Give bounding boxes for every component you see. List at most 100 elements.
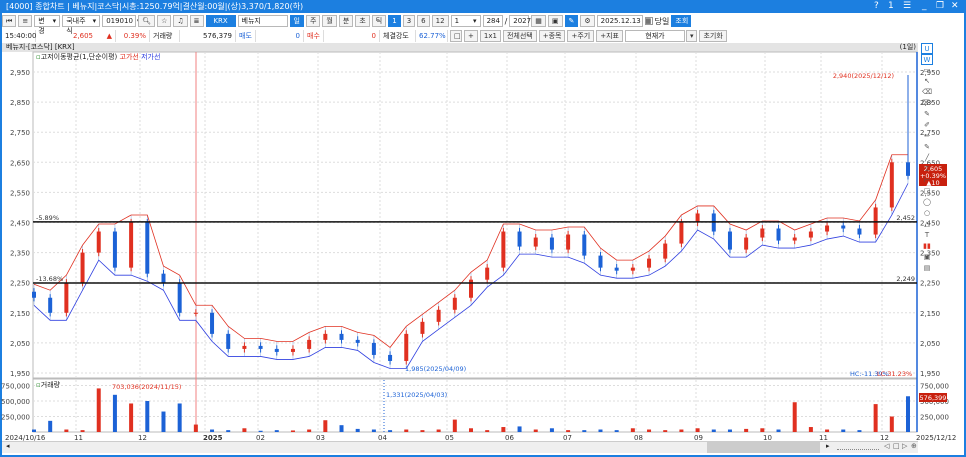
count-input[interactable]: 284 [482,15,503,27]
market-select[interactable]: 국내주식 ▾ [62,15,101,35]
add-indicator-button[interactable]: +지표 [596,30,623,42]
help-button[interactable]: ? [874,0,879,13]
volume-title: 거래량 [40,381,61,389]
search-icon[interactable]: 🔍︎ [138,15,156,27]
legend-title: 고저이동평균(1,단순이평) [40,53,118,61]
save-icon[interactable]: ▣ [547,15,563,27]
price-type: 현재가 [645,32,665,40]
prev-icon[interactable]: ◁ [884,442,889,450]
image-icon[interactable]: ▣ [921,252,933,263]
code-input[interactable]: 019010▾ [102,15,140,27]
chevron-down-icon: ▾ [473,17,477,25]
menu-icon[interactable]: ☰ [903,0,911,13]
play-icon[interactable]: ▸ [826,442,830,450]
rect-icon[interactable]: □ [921,186,933,197]
circle-icon[interactable]: ◯ [921,197,933,208]
cursor-icon[interactable]: ↖ [921,76,933,87]
ratio-button[interactable]: 1x1 [479,30,501,42]
eraser-all-icon[interactable]: ⌦ [921,98,933,109]
volume-label: 거래량 [150,30,180,42]
add-period-button[interactable]: +주기 [567,30,595,42]
zoom-slider[interactable] [837,445,879,450]
period-tick[interactable]: 틱 [371,15,387,27]
chart-period: (1일) [899,43,916,51]
period-day[interactable]: 일 [289,15,304,27]
reset-button[interactable]: 초기화 [699,30,727,42]
next-icon[interactable]: ▷ [902,442,907,450]
period-minute[interactable]: 분 [338,15,354,27]
pin-icon[interactable]: ≡ [18,15,33,27]
scrollbar-thumb[interactable] [707,442,820,453]
num-3[interactable]: 3 [402,15,416,27]
gear-icon[interactable]: ⚙ [580,15,595,27]
bid-value: 0 [324,30,380,42]
toolbar: ⏮ ≡ 변경▾ 국내주식▾ 019010▾ 🔍︎ ☆ ♫ ≣ KRX 베뉴지 일… [2,14,692,35]
stock-name-input[interactable]: 베뉴지 [237,15,288,27]
zoom-in-icon[interactable]: ⊕ [911,442,917,450]
num-6[interactable]: 6 [417,15,430,27]
triangle-icon[interactable]: △ [921,219,933,230]
folder-icon[interactable]: ▤ [921,263,933,274]
interval-value: 1 [454,17,460,25]
bell-icon[interactable]: ♫ [173,15,188,27]
period-week[interactable]: 주 [305,15,321,27]
candle-icon[interactable]: ▮▮ [921,241,933,252]
total-value: 2027 [513,17,532,25]
star-icon[interactable]: ☆ [157,15,172,27]
period-second[interactable]: 초 [355,15,370,27]
code-value: 019010 [106,17,133,25]
text-icon[interactable]: T [921,230,933,241]
interval-select[interactable]: 1 ▾ [450,15,481,27]
window-icon[interactable]: ▭ [921,65,933,76]
first-icon[interactable]: ⏮ [2,15,17,27]
volume-legend: ▫거래량 [36,380,60,390]
exchange-button[interactable]: KRX [205,15,236,27]
change-select[interactable]: 변경 ▾ [34,15,61,35]
stop-icon[interactable]: □ [893,442,900,450]
hline-icon[interactable]: ⊢ [921,175,933,186]
pen-icon[interactable]: ✎ [564,15,579,27]
scroll-area: ◂ ▸ ◁ □ ▷ ⊕ [2,441,918,453]
today-label: 당일 [654,16,670,26]
today-checkbox[interactable] [644,17,653,25]
bid-label: 매수 [304,30,324,42]
square-icon[interactable]: □ [450,30,462,42]
chevron-down-icon[interactable]: ▾ [685,30,698,42]
screen-number-button[interactable]: 1 [888,0,894,13]
eraser-icon[interactable]: ⌫ [921,87,933,98]
window [0,0,966,457]
window-title: [4000] 종합차트 | 베뉴지|코스닥|시총:1250.79억|결산월:00… [6,2,304,11]
pencil-mark-icon[interactable]: ✏ [921,131,933,142]
select-all-button[interactable]: 전체선택 [502,30,537,42]
add-item-button[interactable]: +종목 [538,30,566,42]
stock-name: 베뉴지 [241,17,261,25]
close-button[interactable]: ✕ [951,0,959,13]
volume-value: 576,379 [180,30,236,42]
query-button[interactable]: 조회 [671,15,692,27]
minimize-button[interactable]: _ [922,0,927,13]
num-12[interactable]: 12 [431,15,449,27]
legend-high: 고가선 [119,53,139,61]
price-type-select[interactable]: 현재가 [624,30,685,42]
pencil-red-icon[interactable]: ✐ [921,120,933,131]
scroll-left-icon[interactable]: ◂ [6,442,10,450]
date-value: 2025.12.13 [600,17,641,25]
date-input[interactable]: 2025.12.13 ▦ [596,15,651,27]
count-value: 284 [486,17,500,25]
plus-button[interactable]: + [464,30,478,42]
u-icon[interactable]: U [921,43,933,54]
w-icon[interactable]: W [921,54,933,65]
pencil-icon[interactable]: ✎ [921,109,933,120]
num-1[interactable]: 1 [388,15,401,27]
restore-button[interactable]: ❐ [936,0,944,13]
price-change: ▲ 10 [96,30,116,52]
ask-value: 0 [256,30,304,42]
period-month[interactable]: 월 [322,15,337,27]
pencil-blue-icon[interactable]: ✎ [921,142,933,153]
ellipse-icon[interactable]: ○ [921,208,933,219]
d-icon[interactable]: ≣ [189,15,204,27]
grid-icon[interactable]: ▦ [531,15,546,27]
vline-icon[interactable]: ⌶ [921,164,933,175]
strength-value: 62.77% [416,30,448,42]
line-icon[interactable]: ╱ [921,153,933,164]
